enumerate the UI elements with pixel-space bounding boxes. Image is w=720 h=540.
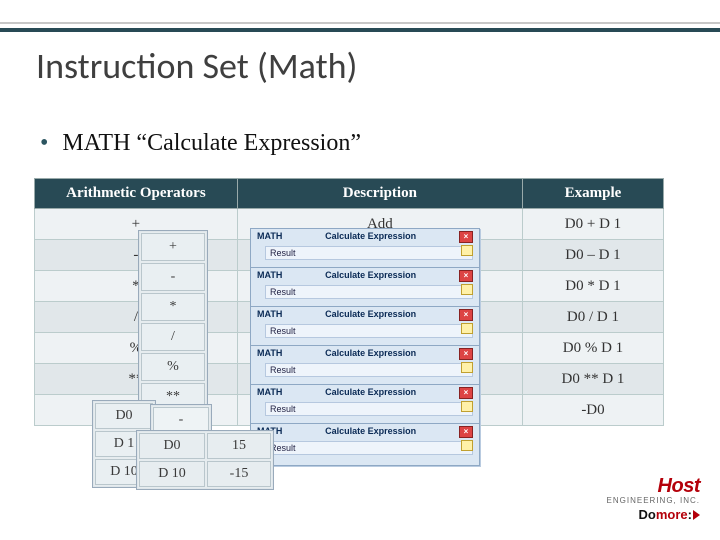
fragment-values-table: D0 15 D 10 -15 [136,430,274,490]
frag-op: / [141,323,205,351]
popup-result-row: Result [265,285,473,299]
popup-title-left: MATH [257,309,282,321]
frag-op: - [141,263,205,291]
popup-result-row: Result [265,246,473,260]
popup-title-left: MATH [257,231,282,243]
table-header-row: Arithmetic Operators Description Example [35,179,664,209]
col-example: Example [522,179,663,209]
tagline-em: more [656,507,688,522]
col-desc: Description [237,179,522,209]
math-popup: MATH Calculate Expression × Result [250,306,480,349]
frag-value: 15 [207,433,271,459]
page-title: Instruction Set (Math) [36,44,357,88]
popup-title-right: Calculate Expression [325,231,416,243]
bullet-dot: • [40,130,48,156]
ex-cell: D0 * D 1 [522,271,663,302]
popup-result-row: Result [265,402,473,416]
popup-title-right: Calculate Expression [325,348,416,360]
tagline-post: : [688,507,692,522]
brand-logo: Host ENGINEERING, INC. Domore: [607,475,700,522]
math-popup: MATH Calculate Expression × Result [250,345,480,388]
bullet-text: MATH “Calculate Expression” [62,130,361,156]
popup-title-right: Calculate Expression [325,426,416,438]
popup-badge [461,362,473,373]
popup-result-row: Result [265,363,473,377]
ex-cell: D0 – D 1 [522,240,663,271]
frag-reg: D 10 [139,461,205,487]
popup-title-left: MATH [257,348,282,360]
close-icon[interactable]: × [459,348,473,360]
ex-cell: D0 / D 1 [522,302,663,333]
header-accent [0,22,720,32]
bullet-line: • MATH “Calculate Expression” [40,130,361,157]
popup-badge [461,323,473,334]
close-icon[interactable]: × [459,387,473,399]
close-icon[interactable]: × [459,309,473,321]
popup-badge [461,245,473,256]
close-icon[interactable]: × [459,231,473,243]
ex-cell: D0 % D 1 [522,333,663,364]
close-icon[interactable]: × [459,426,473,438]
popup-badge [461,401,473,412]
math-popup: MATH Calculate Expression × Result [250,228,480,271]
popup-title-right: Calculate Expression [325,270,416,282]
popup-stack: MATH Calculate Expression × Result MATH Cal… [250,228,480,462]
frag-reg: D0 [139,433,205,459]
popup-title-left: MATH [257,387,282,399]
math-popup: MATH Calculate Expression × Result [250,267,480,310]
popup-result-row: Result [265,324,473,338]
frag-reg: D0 [95,403,153,429]
ex-cell: D0 + D 1 [522,209,663,240]
frag-value: -15 [207,461,271,487]
frag-op: * [141,293,205,321]
brand-tagline: Domore: [607,507,700,522]
popup-badge [461,284,473,295]
brand-name: Host [607,475,700,498]
close-icon[interactable]: × [459,270,473,282]
brand-subtitle: ENGINEERING, INC. [607,496,700,505]
play-icon [693,510,700,520]
frag-op: + [141,233,205,261]
popup-badge [461,440,473,451]
col-arith: Arithmetic Operators [35,179,238,209]
tagline-pre: Do [639,507,656,522]
popup-title-left: MATH [257,270,282,282]
popup-title-right: Calculate Expression [325,387,416,399]
popup-result-row: Result [265,441,473,455]
ex-cell: D0 ** D 1 [522,364,663,395]
ex-cell: -D0 [522,395,663,426]
math-popup: MATHCalculate Expression× Result [250,423,480,466]
fragment-ops-column: + - * / % ** [138,230,208,414]
popup-title-right: Calculate Expression [325,309,416,321]
frag-op: % [141,353,205,381]
math-popup: MATH Calculate Expression × Result [250,384,480,427]
